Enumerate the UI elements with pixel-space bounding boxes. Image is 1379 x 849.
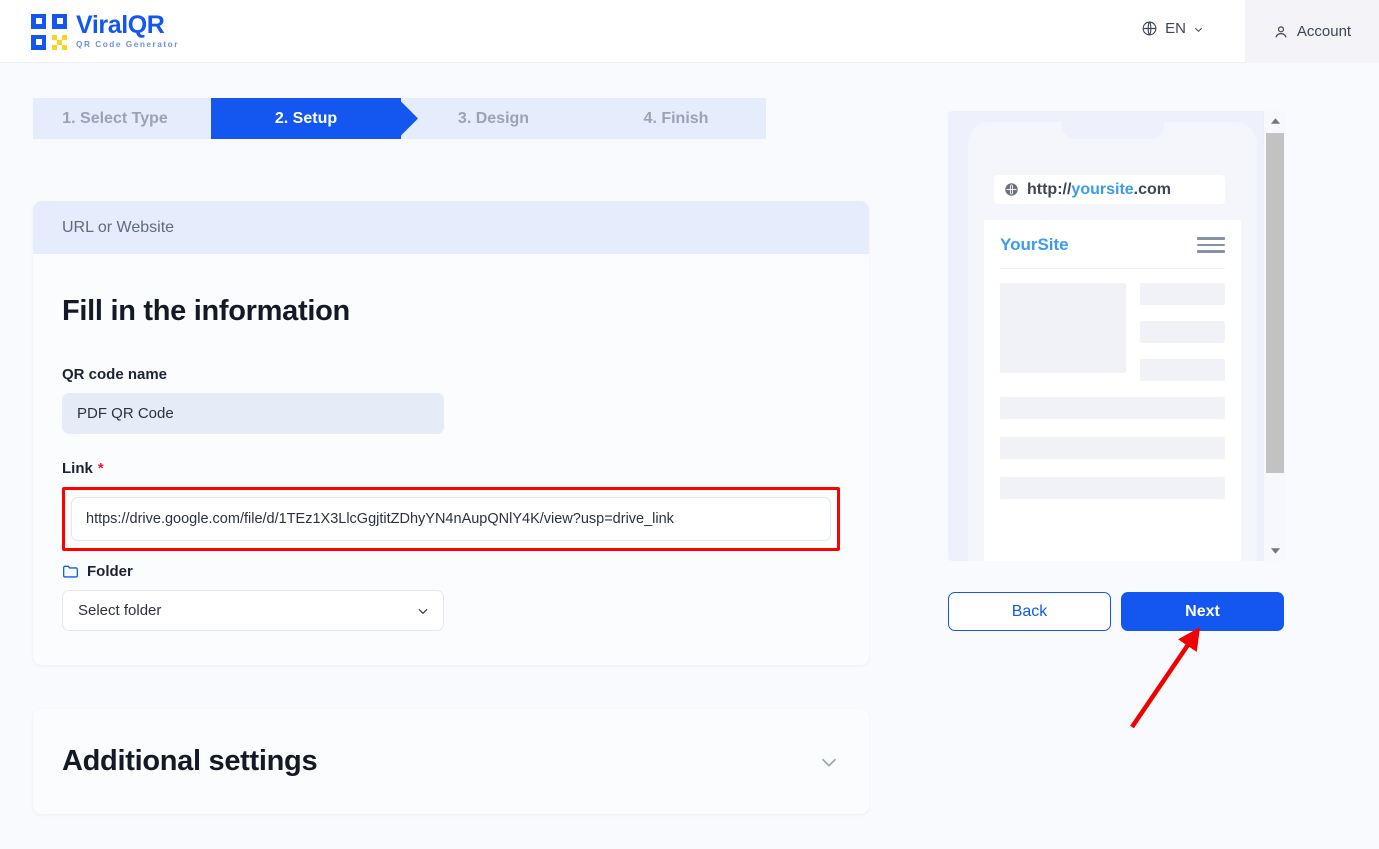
logo[interactable]: ViralQR QR Code Generator bbox=[31, 12, 179, 51]
required-asterisk: * bbox=[97, 460, 104, 477]
step-setup[interactable]: 2. Setup bbox=[211, 98, 401, 139]
link-input-highlight-zone bbox=[62, 487, 840, 551]
folder-label: Folder bbox=[62, 563, 840, 580]
preview-url-host: yoursite bbox=[1071, 180, 1134, 198]
step-select-type[interactable]: 1. Select Type bbox=[33, 98, 211, 139]
phone-notch bbox=[1061, 122, 1164, 139]
scrollbar-thumb[interactable] bbox=[1266, 133, 1284, 473]
mock-site-brand: YourSite bbox=[1000, 235, 1069, 254]
mock-image-placeholder bbox=[1000, 283, 1126, 373]
hamburger-menu-icon bbox=[1197, 237, 1225, 253]
link-group: Link * bbox=[62, 460, 840, 551]
logo-tagline: QR Code Generator bbox=[76, 39, 179, 49]
step-label: 1. Select Type bbox=[62, 109, 168, 127]
form-card-header: URL or Website bbox=[33, 201, 869, 254]
folder-group: Folder Select folder bbox=[62, 563, 840, 631]
wizard-stepper: 1. Select Type 2. Setup 3. Design 4. Fin… bbox=[33, 98, 766, 139]
folder-icon bbox=[62, 564, 79, 579]
qr-name-group: QR code name bbox=[62, 366, 840, 434]
step-label: 3. Design bbox=[457, 109, 530, 127]
step-design[interactable]: 3. Design bbox=[401, 98, 586, 139]
additional-settings-card[interactable]: Additional settings bbox=[33, 709, 869, 814]
additional-settings-title: Additional settings bbox=[62, 745, 318, 777]
mock-content-placeholders bbox=[1000, 397, 1225, 499]
form-title: Fill in the information bbox=[62, 295, 350, 327]
chevron-down-icon bbox=[1193, 22, 1204, 35]
account-label: Account bbox=[1296, 23, 1352, 40]
mock-hero bbox=[1000, 283, 1225, 381]
setup-form-card: URL or Website Fill in the information Q… bbox=[33, 201, 869, 665]
language-selector[interactable]: EN bbox=[1141, 20, 1204, 37]
page-root: ViralQR QR Code Generator EN Account 1. … bbox=[0, 0, 1379, 849]
chevron-down-icon bbox=[416, 604, 430, 618]
qr-type-label: URL or Website bbox=[62, 218, 175, 236]
link-label: Link * bbox=[62, 460, 840, 477]
phone-preview-panel: http://yoursite.com YourSite bbox=[948, 111, 1285, 561]
language-label: EN bbox=[1165, 20, 1186, 37]
preview-url-scheme: http:// bbox=[1027, 180, 1072, 198]
qr-name-label: QR code name bbox=[62, 366, 840, 383]
next-button[interactable]: Next bbox=[1121, 592, 1284, 631]
label-text: Folder bbox=[87, 563, 133, 580]
step-finish[interactable]: 4. Finish bbox=[586, 98, 766, 139]
step-label: 4. Finish bbox=[643, 109, 709, 127]
preview-url-bar: http://yoursite.com bbox=[994, 175, 1225, 204]
qr-name-input[interactable] bbox=[62, 393, 444, 434]
globe-icon bbox=[1004, 182, 1019, 197]
qr-logo-icon bbox=[31, 13, 67, 50]
step-label: 2. Setup bbox=[274, 109, 338, 127]
person-icon bbox=[1273, 24, 1289, 40]
preview-page-mock: YourSite bbox=[984, 220, 1241, 561]
app-header: ViralQR QR Code Generator EN Account bbox=[0, 0, 1379, 63]
preview-scrollbar[interactable] bbox=[1263, 111, 1285, 561]
account-button[interactable]: Account bbox=[1245, 0, 1379, 63]
mock-text-placeholders bbox=[1140, 283, 1225, 381]
folder-select-value: Select folder bbox=[78, 602, 162, 619]
link-input[interactable] bbox=[71, 497, 831, 541]
chevron-down-icon bbox=[818, 751, 840, 773]
folder-select[interactable]: Select folder bbox=[62, 590, 444, 631]
label-text: Link bbox=[62, 460, 93, 477]
logo-name: ViralQR bbox=[76, 11, 165, 39]
scrollbar-up-arrow[interactable] bbox=[1264, 111, 1285, 131]
back-button[interactable]: Back bbox=[948, 592, 1111, 631]
globe-icon bbox=[1141, 20, 1158, 37]
label-text: QR code name bbox=[62, 366, 168, 383]
phone-frame: http://yoursite.com YourSite bbox=[968, 122, 1257, 561]
preview-url-tld: .com bbox=[1133, 180, 1172, 198]
mock-site-header: YourSite bbox=[1000, 235, 1225, 269]
scrollbar-down-arrow[interactable] bbox=[1264, 541, 1285, 561]
